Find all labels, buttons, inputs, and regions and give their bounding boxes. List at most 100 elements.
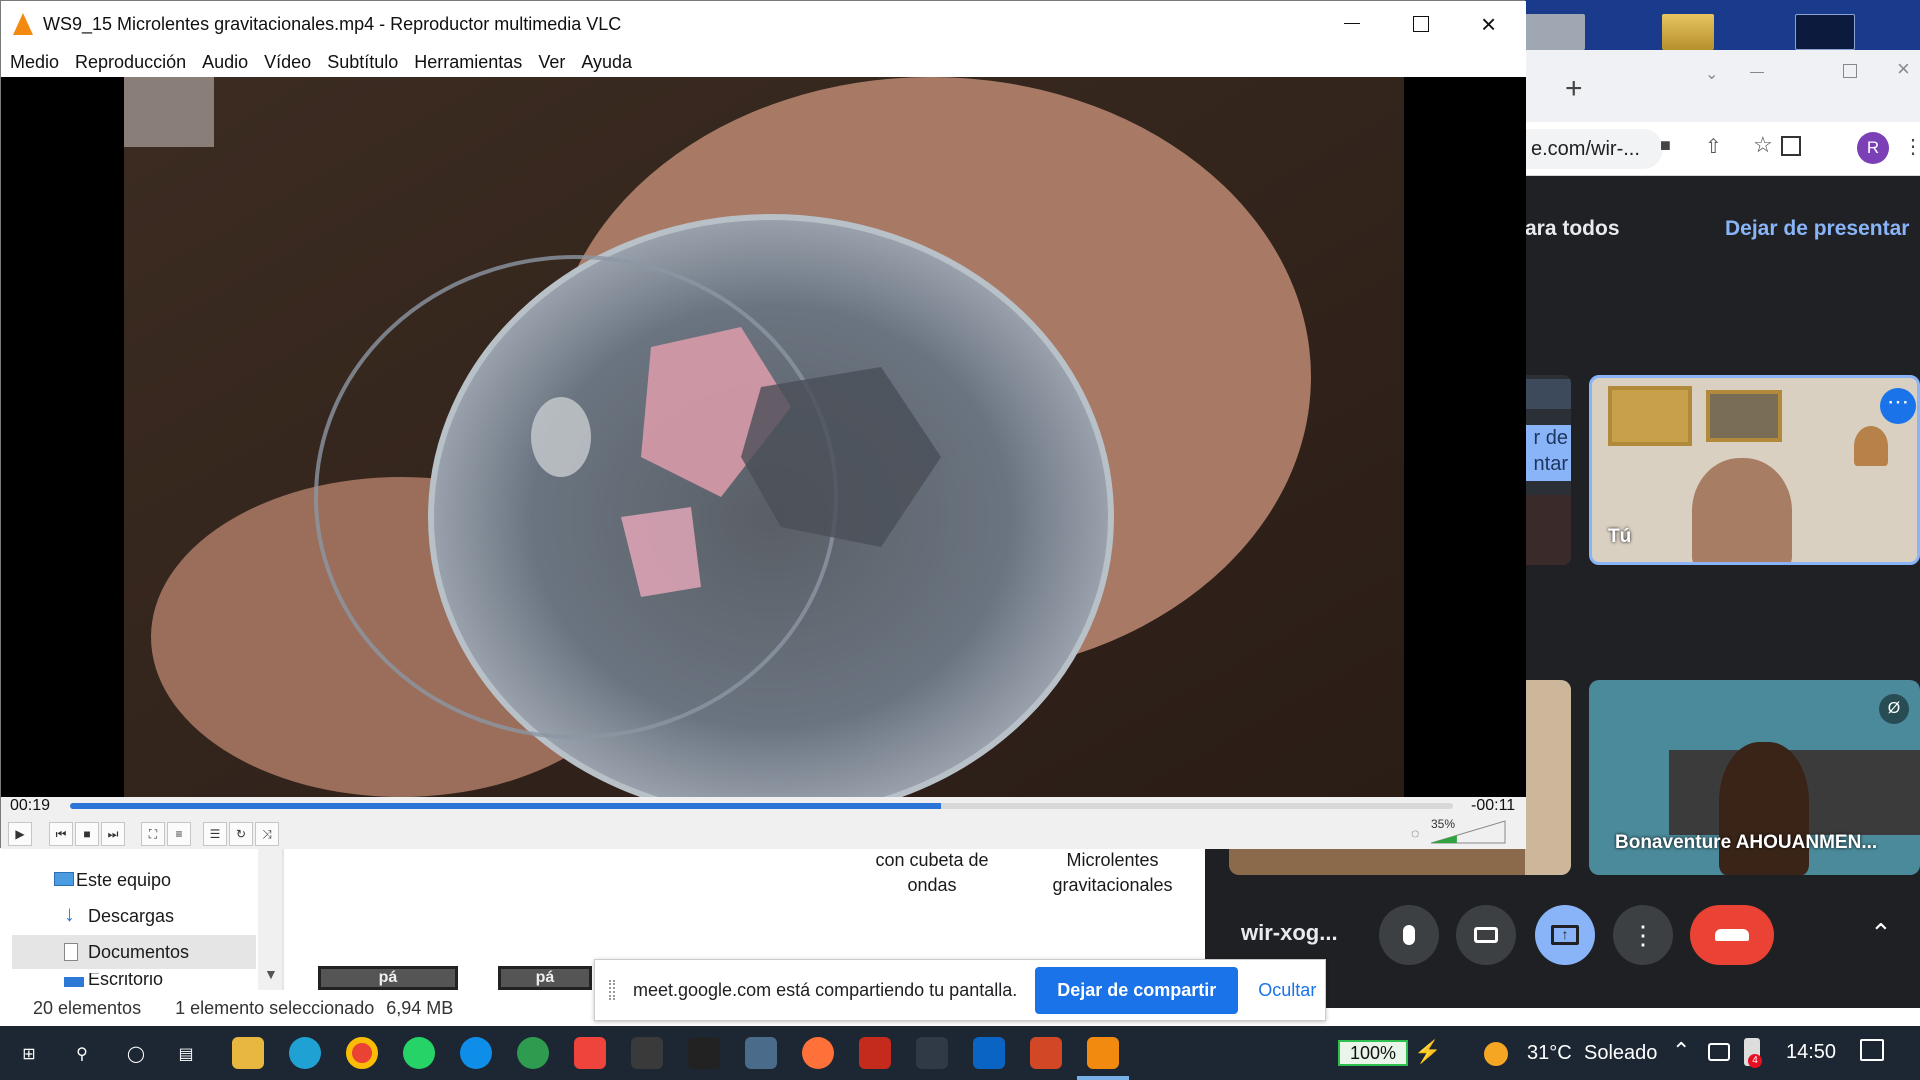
- vlc-taskbar-icon[interactable]: [1087, 1037, 1119, 1069]
- self-video-tile[interactable]: Tú ⋯: [1589, 375, 1920, 565]
- more-actions-button[interactable]: ⋮: [1613, 905, 1673, 965]
- presenting-tag: r de ntar: [1525, 425, 1571, 481]
- desktop-document-icon[interactable]: [1795, 14, 1855, 50]
- extended-settings-button[interactable]: ≡: [167, 822, 191, 846]
- maximize-button[interactable]: [1413, 16, 1429, 32]
- file-item-microlentes[interactable]: Microlentes gravitacionales: [1040, 848, 1185, 898]
- previous-button[interactable]: ⏮: [49, 822, 73, 846]
- present-button[interactable]: ↑: [1535, 905, 1595, 965]
- participant-video-tile[interactable]: Ø Bonaventure AHOUANMEN...: [1589, 680, 1920, 875]
- menu-ver[interactable]: Ver: [538, 52, 565, 73]
- more-options-icon[interactable]: ⋯: [1880, 388, 1916, 424]
- scroll-down-icon[interactable]: ▼: [264, 966, 278, 982]
- camera-icon[interactable]: ■: [1660, 135, 1671, 156]
- tablet-icon[interactable]: [916, 1037, 948, 1069]
- menu-reproduccion[interactable]: Reproducción: [75, 52, 186, 73]
- task-view-icon[interactable]: ▤: [170, 1037, 202, 1069]
- address-bar[interactable]: e.com/wir-...: [1525, 129, 1663, 169]
- status-size: 6,94 MB: [386, 997, 454, 1018]
- leave-call-button[interactable]: [1690, 905, 1774, 965]
- microphone-button[interactable]: [1379, 905, 1439, 965]
- camera-button[interactable]: [1456, 905, 1516, 965]
- chrome-titlebar: + ⌄ ×: [1525, 50, 1920, 122]
- minimize-icon[interactable]: [1750, 72, 1764, 73]
- windows-start-icon[interactable]: ⊞: [13, 1037, 45, 1069]
- nav-item-este-equipo[interactable]: Este equipo: [12, 863, 256, 897]
- menu-herramientas[interactable]: Herramientas: [414, 52, 522, 73]
- fullscreen-button[interactable]: ⛶: [141, 822, 165, 846]
- game-icon[interactable]: [631, 1037, 663, 1069]
- stop-button[interactable]: ■: [75, 822, 99, 846]
- edge-icon[interactable]: [289, 1037, 321, 1069]
- close-button[interactable]: ×: [1481, 9, 1496, 40]
- weather-condition[interactable]: Soleado: [1584, 1042, 1657, 1065]
- search-icon[interactable]: ⚲: [66, 1037, 98, 1069]
- tab-search-icon[interactable]: ⌄: [1705, 64, 1718, 84]
- whatsapp-icon[interactable]: [403, 1037, 435, 1069]
- weather-sun-icon[interactable]: [1484, 1042, 1508, 1066]
- profile-avatar[interactable]: R: [1857, 132, 1889, 164]
- file-item-cubeta[interactable]: con cubeta de ondas: [862, 848, 1002, 898]
- file-name-line2: ondas: [907, 875, 957, 895]
- participant-name: Bonaventure AHOUANMEN...: [1615, 832, 1878, 853]
- play-button[interactable]: ▶: [8, 822, 32, 846]
- menu-audio[interactable]: Audio: [202, 52, 248, 73]
- outlook-icon[interactable]: [973, 1037, 1005, 1069]
- minimize-button[interactable]: [1344, 23, 1360, 24]
- menu-video[interactable]: Vídeo: [264, 52, 311, 73]
- video-thumbnail[interactable]: pá: [318, 966, 458, 990]
- cortana-icon[interactable]: ◯: [120, 1037, 152, 1069]
- inkscape-icon[interactable]: [688, 1037, 720, 1069]
- microphone-icon: [1403, 925, 1415, 945]
- chrome-icon[interactable]: [346, 1037, 378, 1069]
- drag-handle-icon[interactable]: [609, 980, 615, 1000]
- speaker-icon[interactable]: ◌: [1411, 825, 1419, 841]
- stop-sharing-button[interactable]: Dejar de compartir: [1035, 966, 1239, 1014]
- meet-tray-icon[interactable]: [1708, 1043, 1730, 1061]
- sync-icon[interactable]: [517, 1037, 549, 1069]
- menu-ayuda[interactable]: Ayuda: [581, 52, 632, 73]
- nav-item-documentos[interactable]: Documentos: [12, 935, 256, 969]
- new-tab-button[interactable]: +: [1565, 74, 1583, 104]
- anydesk-icon[interactable]: [574, 1037, 606, 1069]
- video-display[interactable]: [1, 77, 1526, 797]
- computer-icon: [54, 872, 74, 886]
- desktop-photo-icon[interactable]: [1525, 14, 1585, 50]
- nav-item-escritorio[interactable]: Escritorio: [12, 973, 256, 987]
- volume-slider[interactable]: 35%: [1430, 817, 1507, 845]
- nav-item-descargas[interactable]: ↓ Descargas: [12, 899, 256, 933]
- firefox-icon[interactable]: [802, 1037, 834, 1069]
- maximize-icon[interactable]: [1843, 64, 1857, 78]
- status-item-count: 20 elementos: [33, 997, 142, 1018]
- next-button[interactable]: ⏭: [101, 822, 125, 846]
- menu-subtitulo[interactable]: Subtítulo: [327, 52, 398, 73]
- action-center-icon[interactable]: [1860, 1039, 1884, 1061]
- video-frame-image: [124, 77, 1404, 797]
- desktop-folder-icon[interactable]: [1662, 14, 1714, 50]
- shuffle-button[interactable]: ⤨: [255, 822, 279, 846]
- video-thumbnail[interactable]: pá: [498, 966, 592, 990]
- temperature[interactable]: 31°C: [1527, 1042, 1572, 1065]
- screen-share-tile[interactable]: r de ntar: [1525, 375, 1571, 565]
- file-name-line1: con cubeta de: [875, 850, 989, 870]
- nav-scrollbar[interactable]: ▼: [258, 848, 282, 990]
- tray-chevron-icon[interactable]: ⌃: [1672, 1038, 1690, 1064]
- share-icon[interactable]: ⇧: [1705, 134, 1722, 159]
- close-icon[interactable]: ×: [1897, 56, 1910, 82]
- teamviewer-icon[interactable]: [460, 1037, 492, 1069]
- clock[interactable]: 14:50: [1786, 1041, 1836, 1064]
- seek-bar[interactable]: [70, 803, 1453, 809]
- loop-button[interactable]: ↻: [229, 822, 253, 846]
- chrome-menu-icon[interactable]: ⋮: [1903, 134, 1920, 159]
- hide-banner-button[interactable]: Ocultar: [1258, 980, 1316, 1001]
- powerpoint-icon[interactable]: [1030, 1037, 1062, 1069]
- chevron-up-icon[interactable]: ⌃: [1870, 918, 1892, 949]
- side-panel-icon[interactable]: [1781, 136, 1801, 156]
- playlist-button[interactable]: ☰: [203, 822, 227, 846]
- bookmark-star-icon[interactable]: ☆: [1753, 132, 1773, 158]
- scanner-icon[interactable]: [745, 1037, 777, 1069]
- stop-presenting-button[interactable]: Dejar de presentar: [1725, 217, 1909, 241]
- menu-medio[interactable]: Medio: [10, 52, 59, 73]
- pdf-converter-icon[interactable]: [859, 1037, 891, 1069]
- file-explorer-icon[interactable]: [232, 1037, 264, 1069]
